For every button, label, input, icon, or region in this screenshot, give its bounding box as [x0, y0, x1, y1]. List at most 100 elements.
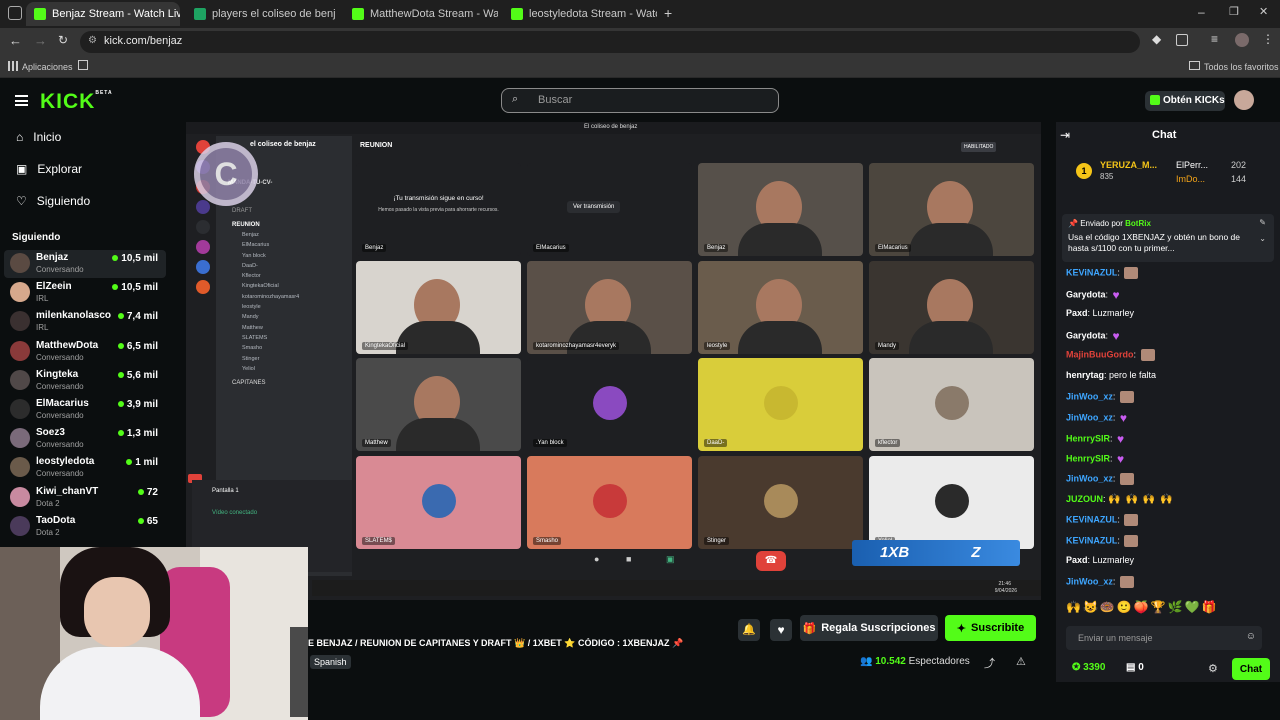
server-icon[interactable]: [196, 220, 210, 234]
chat-message[interactable]: Garydota: ♥: [1066, 329, 1120, 343]
collapse-chat-icon[interactable]: ⇥: [1060, 128, 1070, 142]
chat-message[interactable]: Paxd: Luzmarley: [1066, 308, 1134, 318]
pinned-message[interactable]: 📌 Enviado por BotRix ✎ ⌄ Usa el código 1…: [1062, 214, 1274, 262]
language-tag[interactable]: Spanish: [310, 655, 351, 669]
browser-tab-leostyledota[interactable]: leostyledota Stream - Watch Li ✕: [503, 2, 657, 26]
server-icon[interactable]: [196, 280, 210, 294]
get-kicks-button[interactable]: Obtén KICKs: [1145, 91, 1225, 111]
video-tile[interactable]: Matthew: [356, 358, 521, 451]
camera-icon[interactable]: ■: [626, 554, 631, 564]
chat-message[interactable]: JinWoo_xz:: [1066, 576, 1134, 588]
emote-bar[interactable]: 🙌😺🍩🙂🍑🏆🌿💚🎁: [1066, 600, 1270, 616]
kicks-balance[interactable]: ▤ 0: [1126, 662, 1144, 673]
channel-points[interactable]: ✪ 3390: [1072, 662, 1105, 673]
extension-diamond-icon[interactable]: ◆: [1152, 32, 1161, 46]
chat-username[interactable]: Garydota: [1066, 330, 1106, 340]
sidebar-channel-3[interactable]: MatthewDota Conversando 6,5 mil: [10, 338, 160, 367]
chat-username[interactable]: MajinBuuGordo: [1066, 350, 1134, 360]
voice-member[interactable]: DaaD-: [242, 263, 352, 273]
chat-message[interactable]: Garydota: ♥: [1066, 288, 1120, 302]
hangup-button[interactable]: ☎: [756, 551, 786, 571]
minimize-icon[interactable]: –: [1198, 5, 1205, 19]
mic-icon[interactable]: ●: [594, 554, 599, 564]
extensions-icon[interactable]: [1176, 34, 1188, 46]
browser-menu-icon[interactable]: ⋮: [1262, 32, 1274, 46]
chat-message[interactable]: JinWoo_xz:: [1066, 473, 1134, 485]
site-info-icon[interactable]: ⚙: [88, 35, 97, 46]
video-tile[interactable]: Stinger: [698, 455, 863, 549]
video-tile[interactable]: DaaD-: [698, 358, 863, 451]
voice-member[interactable]: SLATEMS: [242, 335, 352, 345]
chat-username[interactable]: JinWoo_xz: [1066, 391, 1113, 401]
new-tab-icon[interactable]: +: [664, 5, 672, 21]
gift-subs-button[interactable]: 🎁 Regala Suscripciones: [800, 615, 938, 641]
leaderboard-name[interactable]: ImDo...: [1176, 174, 1205, 184]
video-tile[interactable]: leostyle: [698, 260, 863, 354]
video-tile[interactable]: KingtekaOficial: [356, 260, 521, 354]
forward-icon[interactable]: →: [34, 33, 47, 48]
voice-member[interactable]: ElMacarius: [242, 242, 352, 252]
bookmark-all[interactable]: Todos los favoritos: [1204, 62, 1279, 72]
voice-member[interactable]: Yan block: [242, 253, 352, 263]
sidebar-channel-1[interactable]: ElZeein IRL 10,5 mil: [10, 279, 160, 308]
view-stream-button[interactable]: Ver transmisión: [567, 201, 621, 213]
chat-username[interactable]: KEViNAZUL: [1066, 515, 1117, 525]
voice-member[interactable]: KingtekaOficial: [242, 283, 352, 293]
chat-message[interactable]: Paxd: Luzmarley: [1066, 555, 1134, 565]
chat-username[interactable]: Paxd: [1066, 555, 1088, 565]
voice-member[interactable]: Stinger: [242, 356, 352, 366]
send-chat-button[interactable]: Chat: [1232, 658, 1270, 680]
chat-message[interactable]: henrytag: pero le falta: [1066, 370, 1156, 380]
unpin-icon[interactable]: ✎: [1259, 218, 1266, 227]
media-control-icon[interactable]: ≡: [1211, 32, 1218, 46]
follow-button[interactable]: ♥: [770, 619, 792, 641]
kick-logo[interactable]: KICKBETA: [40, 90, 113, 114]
video-tile[interactable]: kotarominozhayamasr4everyk: [527, 260, 692, 354]
chat-message[interactable]: KEViNAZUL:: [1066, 534, 1139, 547]
tab-groups-icon[interactable]: [78, 60, 88, 70]
sidebar-channel-0[interactable]: Benjaz Conversando 10,5 mil: [10, 250, 160, 279]
voice-member[interactable]: Matthew: [242, 325, 352, 335]
nav-explorar[interactable]: ▣ Explorar: [16, 162, 82, 176]
sidebar-channel-4[interactable]: Kingteka Conversando 5,6 mil: [10, 367, 160, 396]
server-icon[interactable]: [196, 260, 210, 274]
chat-username[interactable]: JUZOUN: [1066, 494, 1103, 504]
chat-message[interactable]: JinWoo_xz:: [1066, 390, 1134, 403]
video-tile[interactable]: SLATEM$: [356, 455, 521, 549]
chat-username[interactable]: henrytag: [1066, 370, 1104, 380]
video-tile[interactable]: Yeliol: [869, 455, 1034, 549]
sidebar-channel-2[interactable]: milenkanolasco IRL 7,4 mil: [10, 308, 160, 337]
chat-message[interactable]: KEViNAZUL:: [1066, 514, 1139, 527]
user-avatar[interactable]: [1234, 90, 1254, 110]
chat-input[interactable]: Enviar un mensaje ☺: [1066, 626, 1262, 650]
browser-tab-players[interactable]: players el coliseo de benjaz - H ✕: [186, 2, 336, 26]
chat-username[interactable]: KEViNAZUL: [1066, 535, 1117, 545]
nav-inicio[interactable]: ⌂ Inicio: [16, 130, 61, 144]
bookmark-apps[interactable]: Aplicaciones: [22, 62, 73, 72]
voice-channel-reunion[interactable]: REUNION: [216, 214, 352, 228]
emoji-icon[interactable]: ☺: [1246, 631, 1256, 642]
subscribe-button[interactable]: ✦ Suscribite: [945, 615, 1036, 641]
voice-member[interactable]: Smasho: [242, 345, 352, 355]
chat-username[interactable]: HenrrySIR: [1066, 454, 1110, 464]
chat-message[interactable]: JinWoo_xz: ♥: [1066, 411, 1127, 425]
tab-search-icon[interactable]: [8, 6, 22, 20]
hamburger-menu-icon[interactable]: [15, 95, 28, 106]
chat-message[interactable]: JUZOUN: 🙌🙌🙌🙌: [1066, 494, 1178, 505]
chat-message[interactable]: KEViNAZUL:: [1066, 267, 1139, 279]
report-icon[interactable]: ⚠: [1016, 655, 1026, 668]
video-tile[interactable]: Mandy: [869, 260, 1034, 354]
sidebar-channel-8[interactable]: Kiwi_chanVT Dota 2 72: [10, 484, 160, 513]
video-player[interactable]: El coliseo de benjaz el coliseo de benja…: [186, 122, 1041, 600]
video-tile[interactable]: .Yan block: [527, 358, 692, 451]
video-tile[interactable]: Ver transmisión ElMacarius: [527, 163, 692, 256]
voice-member[interactable]: leostyle: [242, 304, 352, 314]
server-icon[interactable]: [196, 240, 210, 254]
voice-member[interactable]: kotarominozhayamasr4: [242, 294, 352, 304]
video-tile[interactable]: ElMacarius: [869, 163, 1034, 256]
video-tile[interactable]: Benjaz: [698, 163, 863, 256]
chat-settings-icon[interactable]: ⚙: [1208, 662, 1218, 675]
browser-tab-benjaz[interactable]: Benjaz Stream - Watch Live 🔊 ✕: [26, 2, 180, 26]
chat-message[interactable]: HenrrySIR: ♥: [1066, 432, 1124, 446]
back-icon[interactable]: ←: [9, 33, 22, 48]
